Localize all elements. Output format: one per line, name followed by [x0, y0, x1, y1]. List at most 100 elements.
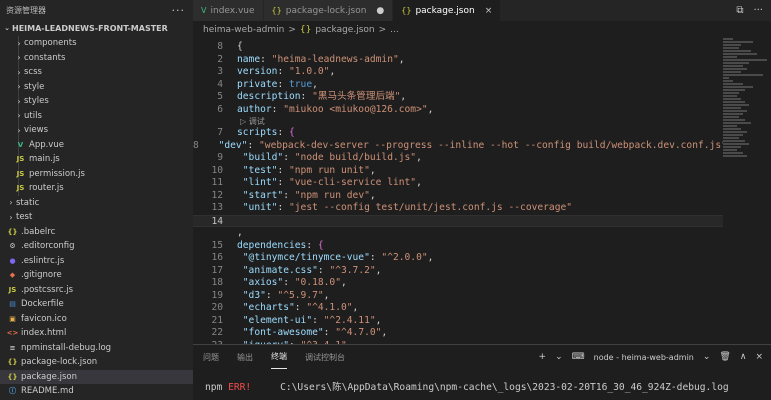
more-actions-icon[interactable]: ···: [753, 5, 763, 16]
tree-item-router-js[interactable]: JS router.js: [0, 181, 193, 196]
panel-tab-1[interactable]: 输出: [237, 345, 253, 369]
line-number: 11: [211, 177, 223, 188]
code-token: ,: [416, 152, 422, 163]
code-line: 8 "dev": "webpack-dev-server --progress …: [193, 140, 723, 153]
minimap-line: [723, 143, 749, 145]
tree-item-label: constants: [24, 52, 66, 63]
breadcrumb-separator-icon: >: [288, 24, 296, 35]
code-token: :: [283, 152, 295, 163]
code-token: "font-awesome": [242, 327, 324, 338]
line-text: [223, 216, 237, 227]
split-editor-icon[interactable]: ⧉: [736, 5, 743, 16]
line-number: 15: [211, 239, 223, 251]
minimap-line: [723, 122, 751, 124]
code-token: "npm run unit": [289, 164, 370, 176]
terminal-name[interactable]: node - heima-web-admin: [594, 353, 694, 362]
tree-item-favicon-ico[interactable]: ▣ favicon.ico: [0, 312, 193, 327]
panel-tab-3[interactable]: 调试控制台: [305, 345, 345, 369]
code-token: scripts: [237, 127, 278, 138]
chevron-down-icon[interactable]: ⌄: [555, 352, 563, 362]
line-text: private: true,: [223, 79, 318, 92]
project-root[interactable]: ⌄ HEIMA-LEADNEWS-FRONT-MASTER: [0, 20, 193, 36]
unsaved-dot-icon[interactable]: ●: [376, 6, 384, 16]
tree-item-app-vue[interactable]: V App.vue: [0, 138, 193, 153]
tree-item-label: package.json: [21, 371, 77, 382]
code-token: dependencies: [237, 239, 307, 251]
minimap-line: [723, 119, 745, 121]
line-text: "echarts": "^4.1.0",: [223, 302, 359, 315]
code-token: ,: [427, 252, 434, 263]
tree-item-dockerfile[interactable]: ▤ Dockerfile: [0, 297, 193, 312]
tree-item-constants[interactable]: › constants: [0, 51, 193, 66]
close-icon[interactable]: ×: [485, 6, 493, 16]
code-token: ,: [416, 177, 422, 188]
tree-item-postcssrc-js[interactable]: JS .postcssrc.js: [0, 283, 193, 298]
breadcrumb-item[interactable]: ...: [390, 25, 399, 35]
tree-item-main-js[interactable]: JS main.js: [0, 152, 193, 167]
tab-package-json[interactable]: {} package.json ×: [393, 0, 502, 21]
terminal-output[interactable]: npm ERR! C:\Users\陈\AppData\Roaming\npm-…: [193, 369, 771, 393]
tree-item-label: .gitignore: [21, 270, 62, 281]
tree-item-static[interactable]: › static: [0, 196, 193, 211]
minimap-line: [723, 86, 753, 88]
tree-item-package-lock-json[interactable]: {} package-lock.json: [0, 355, 193, 370]
panel-tab-2[interactable]: 终端: [271, 345, 287, 369]
tree-item-style[interactable]: › style: [0, 80, 193, 95]
tree-item-label: favicon.ico: [21, 313, 67, 324]
tab-index-vue[interactable]: Vindex.vue: [193, 0, 264, 21]
maximize-panel-icon[interactable]: ∧: [740, 352, 747, 362]
close-panel-icon[interactable]: ×: [755, 352, 763, 362]
debug-codelens[interactable]: ▷ 调试: [193, 116, 723, 127]
minimap-line: [723, 77, 729, 79]
code-view[interactable]: 8{2 name: "heima-leadnews-admin", 3 version…: [193, 41, 723, 344]
info-file-icon: ⓘ: [9, 387, 16, 396]
tree-item-styles[interactable]: › styles: [0, 94, 193, 109]
minimap-line: [723, 110, 747, 112]
tree-item-eslintrc-js[interactable]: ● .eslintrc.js: [0, 254, 193, 269]
line-text: "d3": "^5.9.7",: [223, 289, 330, 303]
tree-item-scss[interactable]: › scss: [0, 65, 193, 80]
code-token: "unit": [242, 202, 278, 213]
explorer-title: 资源管理器: [6, 5, 46, 15]
tree-item-readme-md[interactable]: ⓘ README.md: [0, 384, 193, 399]
code-line: 7 scripts: {: [193, 127, 723, 140]
line-text: "unit": "jest --config test/unit/jest.co…: [223, 202, 572, 215]
tree-item-label: main.js: [29, 154, 60, 165]
panel-tab-0[interactable]: 问题: [203, 345, 219, 369]
trash-icon[interactable]: 🗑: [719, 352, 730, 362]
minimap-line: [723, 146, 741, 148]
breadcrumb-item[interactable]: package.json: [315, 25, 374, 35]
tree-item-components[interactable]: › components: [0, 36, 193, 51]
tree-item-editorconfig[interactable]: ⚙ .editorconfig: [0, 239, 193, 254]
tree-item-views[interactable]: › views: [0, 123, 193, 138]
tree-item-babelrc[interactable]: {} .babelrc: [0, 225, 193, 240]
minimap[interactable]: [723, 38, 771, 344]
minimap-line: [723, 65, 743, 67]
tree-item-permission-js[interactable]: JS permission.js: [0, 167, 193, 182]
minimap-line: [723, 107, 741, 109]
tree-item-test[interactable]: › test: [0, 210, 193, 225]
tree-item-index-html[interactable]: <> index.html: [0, 326, 193, 341]
code-token: {: [237, 41, 243, 52]
tree-item-gitignore[interactable]: ◆ .gitignore: [0, 268, 193, 283]
code-line: 9 "build": "node build/build.js",: [193, 152, 723, 165]
tree-item-label: utils: [24, 110, 42, 121]
vue-file-icon: V: [201, 6, 207, 15]
minimap-line: [723, 128, 741, 130]
tree-item-npminstall-debug-log[interactable]: ≡ npminstall-debug.log: [0, 341, 193, 356]
code-token: private: [237, 78, 278, 90]
tree-item-label: views: [24, 125, 49, 136]
tree-item-package-json[interactable]: {} package.json: [0, 369, 193, 384]
line-number: 5: [217, 91, 223, 102]
new-terminal-icon[interactable]: +: [539, 352, 547, 362]
explorer-more-icon[interactable]: ···: [172, 4, 186, 17]
tab-package-lock-json[interactable]: {} package-lock.json ●: [263, 0, 394, 21]
code-line: 15 dependencies: {: [193, 240, 723, 253]
project-name: HEIMA-LEADNEWS-FRONT-MASTER: [12, 23, 168, 33]
tree-item-label: App.vue: [29, 139, 64, 150]
chevron-down-icon[interactable]: ⌄: [703, 352, 711, 362]
minimap-line: [723, 137, 739, 139]
code-token: ,: [323, 289, 330, 301]
breadcrumb-item[interactable]: heima-web-admin: [203, 25, 284, 35]
tree-item-utils[interactable]: › utils: [0, 109, 193, 124]
